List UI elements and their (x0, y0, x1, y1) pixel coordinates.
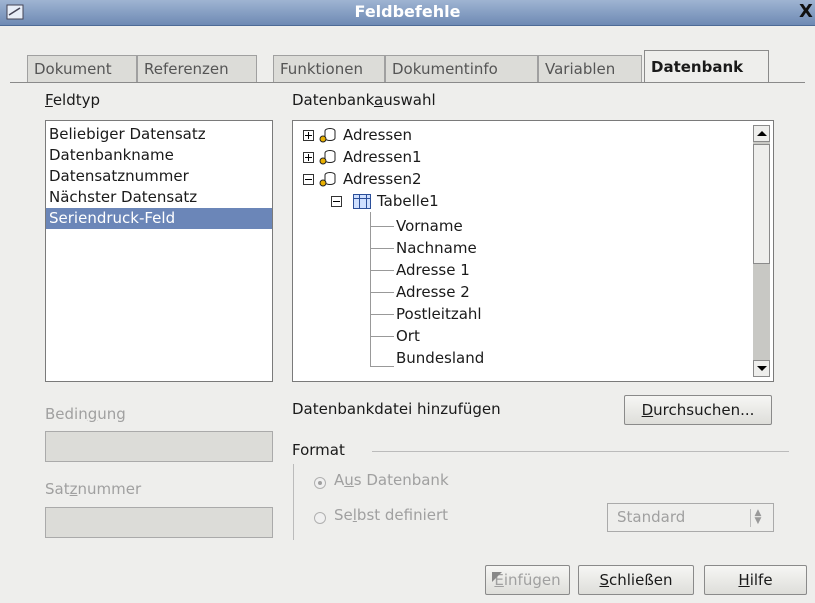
tab-datenbank[interactable]: Datenbank (644, 50, 769, 83)
tree-connector (370, 292, 394, 293)
tree-node-field[interactable]: Adresse 2 (396, 281, 470, 303)
tree-label: Tabelle1 (377, 192, 439, 210)
title-bar[interactable]: Feldbefehle X (0, 0, 815, 26)
browse-button[interactable]: Durchsuchen... (624, 395, 772, 425)
insert-button[interactable]: Einfügen (485, 565, 570, 595)
list-item[interactable]: Beliebiger Datensatz (46, 124, 272, 145)
vertical-scrollbar[interactable] (753, 125, 770, 377)
condition-input[interactable] (45, 431, 273, 462)
tree-label: Adressen1 (343, 148, 422, 166)
close-icon[interactable]: X (797, 2, 815, 22)
spinbox-value: Standard (617, 508, 686, 526)
tree-node-field[interactable]: Nachname (396, 237, 477, 259)
window-title: Feldbefehle (354, 2, 461, 21)
expand-icon[interactable] (303, 152, 314, 163)
list-item-selected[interactable]: Seriendruck-Feld (46, 208, 272, 229)
tree-connector (370, 314, 394, 315)
tab-funktionen[interactable]: Funktionen (273, 55, 385, 82)
from-database-label: Aus Datenbank (334, 471, 449, 489)
tree-connector (370, 336, 394, 337)
tree-node-field[interactable]: Adresse 1 (396, 259, 470, 281)
tree-connector (370, 212, 371, 366)
tree-node-field[interactable]: Vorname (396, 215, 463, 237)
expand-icon[interactable] (303, 130, 314, 141)
tree-connector (370, 226, 394, 227)
spin-arrows-icon[interactable]: ▲ ▼ (750, 509, 765, 527)
from-database-radio[interactable] (314, 477, 326, 489)
user-defined-label: Selbst definiert (334, 506, 449, 524)
collapse-icon[interactable] (303, 174, 314, 185)
database-icon (319, 128, 336, 143)
user-defined-radio[interactable] (314, 512, 326, 524)
tab-dokument[interactable]: Dokument (27, 55, 137, 82)
tree-label: Adressen2 (343, 170, 422, 188)
close-button[interactable]: Schließen (578, 565, 694, 595)
field-commands-dialog: Feldbefehle X Dokument Referenzen Funkti… (0, 0, 815, 603)
scroll-thumb[interactable] (753, 144, 770, 264)
tab-dokumentinfo[interactable]: Dokumentinfo (385, 55, 538, 82)
database-icon (319, 172, 336, 187)
list-item[interactable]: Nächster Datensatz (46, 187, 272, 208)
dbselect-label: Datenbankauswahl (292, 91, 436, 109)
help-button[interactable]: Hilfe (704, 565, 807, 595)
format-label: Format (292, 441, 345, 459)
record-number-label: Satznummer (45, 480, 142, 498)
tree-connector (370, 366, 394, 367)
tree-connector (370, 270, 394, 271)
list-item[interactable]: Datenbankname (46, 145, 272, 166)
insert-icon (492, 572, 502, 582)
fieldtype-list[interactable]: Beliebiger Datensatz Datenbankname Daten… (45, 120, 273, 382)
fieldtype-label: Feldtyp (45, 91, 101, 109)
database-tree[interactable]: Adressen Adressen1 Adressen2 Tabelle1 Vo… (292, 120, 774, 382)
format-group-line (293, 464, 294, 540)
tree-connector (370, 248, 394, 249)
add-dbfile-label: Datenbankdatei hinzufügen (292, 400, 501, 418)
scroll-down-icon[interactable] (753, 360, 770, 377)
database-icon (319, 150, 336, 165)
tab-referenzen[interactable]: Referenzen (137, 55, 257, 82)
list-item[interactable]: Datensatznummer (46, 166, 272, 187)
tree-node-field[interactable]: Ort (396, 325, 420, 347)
condition-label: Bedingung (45, 405, 126, 423)
collapse-icon[interactable] (331, 196, 342, 207)
format-spinbox[interactable]: Standard ▲ ▼ (607, 503, 774, 532)
tree-node-field[interactable]: Bundesland (396, 347, 484, 369)
scroll-up-icon[interactable] (753, 125, 770, 142)
tab-variablen[interactable]: Variablen (538, 55, 642, 82)
tree-label: Adressen (343, 126, 412, 144)
record-number-input[interactable] (45, 507, 273, 538)
table-icon (353, 194, 371, 209)
tree-node-field[interactable]: Postleitzahl (396, 303, 482, 325)
format-separator (372, 451, 789, 452)
